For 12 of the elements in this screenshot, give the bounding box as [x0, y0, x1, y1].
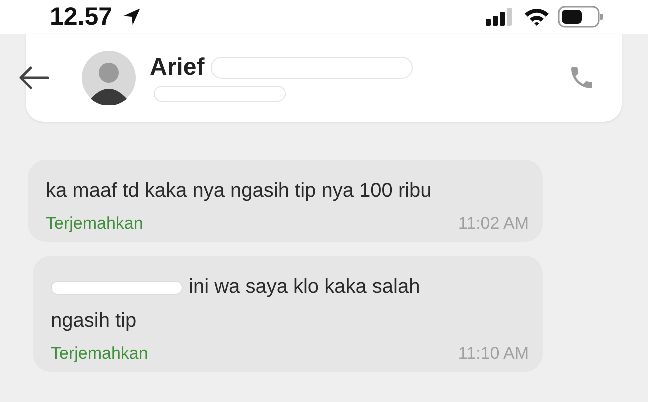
clock-time: 12.57 — [50, 2, 113, 32]
avatar[interactable] — [82, 51, 136, 105]
message-time: 11:10 AM — [458, 344, 529, 364]
translate-link[interactable]: Terjemahkan — [46, 214, 144, 234]
message-text: ini wa saya klo kaka salah ngasih tip — [51, 276, 420, 332]
back-arrow-icon[interactable] — [18, 66, 50, 90]
message-time: 11:02 AM — [458, 214, 529, 234]
contact-name: Arief — [150, 54, 205, 82]
message-text: ka maaf td kaka nya ngasih tip nya 100 ribu — [46, 180, 432, 202]
translate-link[interactable]: Terjemahkan — [51, 344, 148, 364]
wifi-icon — [524, 7, 550, 27]
battery-icon — [558, 6, 604, 28]
